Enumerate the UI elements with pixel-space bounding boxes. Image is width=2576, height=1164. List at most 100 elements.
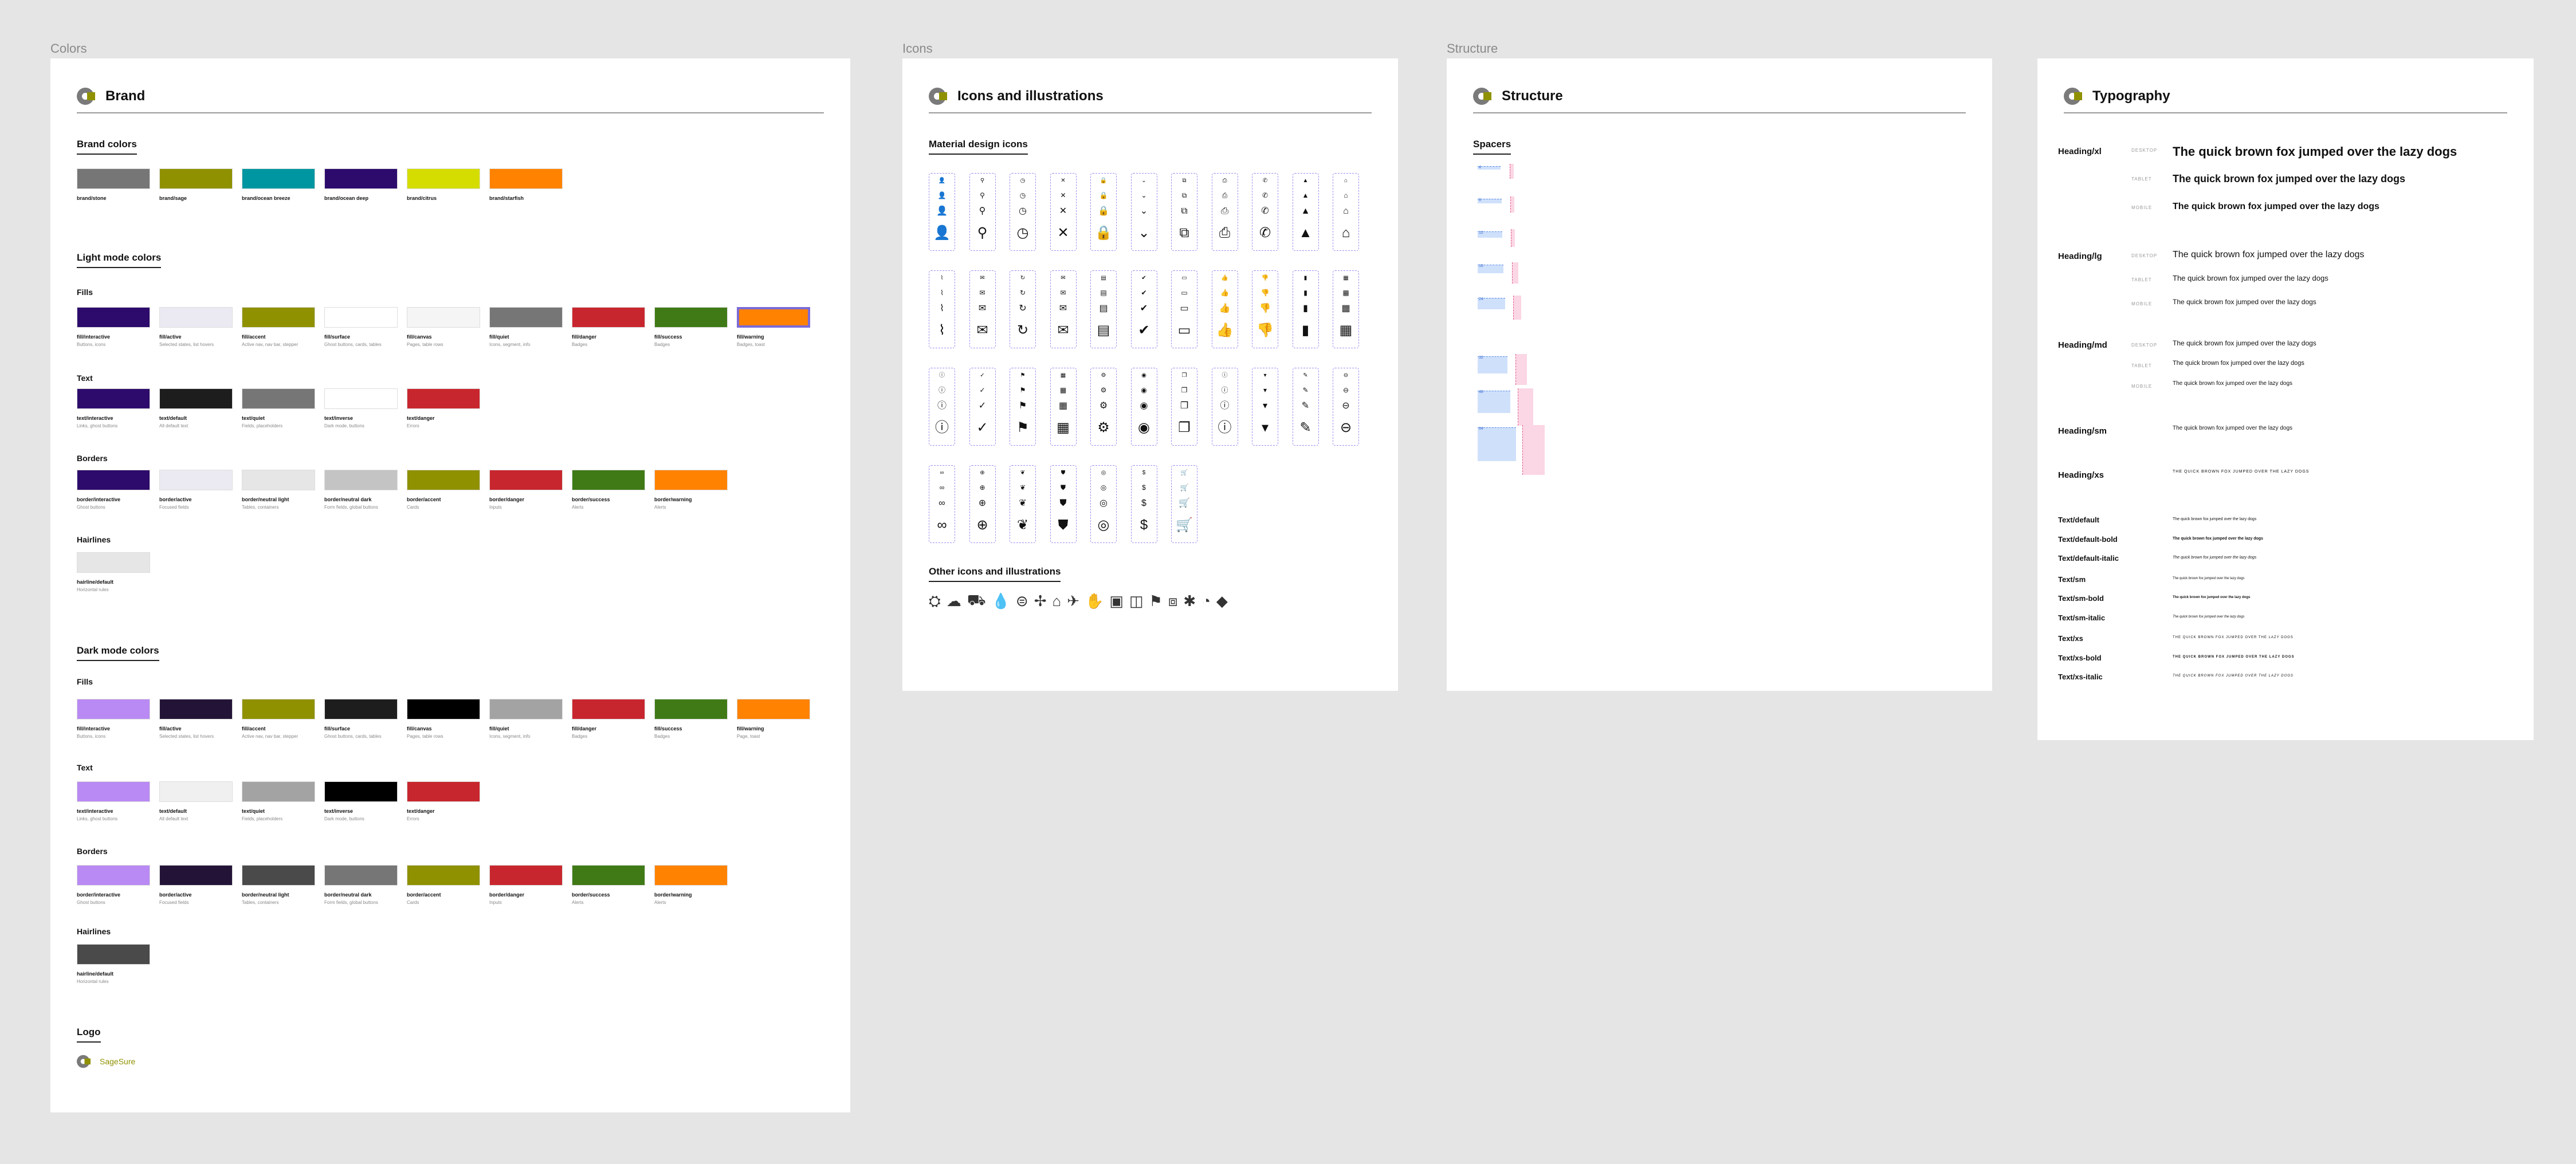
color-swatch[interactable]: text/quiet Fields, placeholders xyxy=(242,781,315,821)
edit-icon[interactable]: ✎ ✎ ✎ ✎ xyxy=(1292,368,1319,446)
home-icon[interactable]: ⌂ ⌂ ⌂ ⌂ xyxy=(1333,173,1359,251)
print-icon[interactable]: ⎙ ⎙ ⎙ ⎙ xyxy=(1211,173,1238,251)
color-swatch[interactable]: text/danger Errors xyxy=(407,781,480,821)
mail-icon[interactable]: ✉ ✉ ✉ ✉ xyxy=(1050,270,1077,348)
color-swatch[interactable]: fill/active Selected states, list hovers xyxy=(159,307,233,347)
add-circle-icon[interactable]: ⊕ ⊕ ⊕ ⊕ xyxy=(969,465,996,543)
color-swatch[interactable]: fill/quiet Icons, segment, info xyxy=(489,699,563,739)
thumb-down-icon[interactable]: 👎 👎 👎 👎 xyxy=(1252,270,1278,348)
document-icon[interactable]: ▤ ▤ ▤ ▤ xyxy=(1090,270,1117,348)
lock-icon[interactable]: 🔒 🔒 🔒 🔒 xyxy=(1090,173,1117,251)
copy-icon[interactable]: ❐ ❐ ❐ ❐ xyxy=(1171,368,1197,446)
search-icon[interactable]: ⚲ ⚲ ⚲ ⚲ xyxy=(969,173,996,251)
color-swatch[interactable]: brand/citrus xyxy=(407,168,480,201)
color-swatch[interactable]: border/success Alerts xyxy=(572,470,645,510)
color-swatch[interactable]: border/neutral light Tables, containers xyxy=(242,865,315,905)
info-icon[interactable]: ⓘ ⓘ ⓘ ⓘ xyxy=(929,368,955,446)
color-swatch[interactable]: fill/warning Page, toast xyxy=(737,699,810,739)
check-icon[interactable]: ✓ ✓ ✓ ✓ xyxy=(969,368,996,446)
color-swatch[interactable]: fill/warning Badges, toast xyxy=(737,307,810,347)
color-swatch[interactable]: fill/surface Ghost buttons, cards, tables xyxy=(324,307,398,347)
swatch-desc: Selected states, list hovers xyxy=(159,734,214,739)
color-swatch[interactable]: fill/accent Active nav, nav bar, stepper xyxy=(242,307,315,347)
color-swatch[interactable]: border/danger Inputs xyxy=(489,865,563,905)
color-swatch[interactable]: fill/danger Badges xyxy=(572,699,645,739)
color-swatch[interactable]: fill/quiet Icons, segment, info xyxy=(489,307,563,347)
color-swatch[interactable]: border/warning Alerts xyxy=(654,865,728,905)
color-swatch[interactable]: text/interactive Links, ghost buttons xyxy=(77,781,150,821)
color-swatch[interactable]: border/accent Cards xyxy=(407,865,480,905)
refresh-icon[interactable]: ↻ ↻ ↻ ↻ xyxy=(1010,270,1036,348)
color-swatch[interactable]: border/neutral dark Form fields, global b… xyxy=(324,470,398,510)
close-icon[interactable]: ✕ ✕ ✕ ✕ xyxy=(1050,173,1077,251)
color-swatch[interactable]: text/default All default text xyxy=(159,388,233,428)
color-swatch[interactable]: border/interactive Ghost buttons xyxy=(77,865,150,905)
calendar-icon: ▦ xyxy=(1058,401,1068,411)
flag-icon[interactable]: ⚑ ⚑ ⚑ ⚑ xyxy=(1010,368,1036,446)
color-swatch[interactable]: border/accent Cards xyxy=(407,470,480,510)
color-swatch[interactable]: border/success Alerts xyxy=(572,865,645,905)
thumb-up-icon: 👍 xyxy=(1221,275,1228,281)
news-icon[interactable]: ▦ ▦ ▦ ▦ xyxy=(1333,270,1359,348)
color-swatch[interactable]: fill/success Badges xyxy=(654,307,728,347)
settings-icon[interactable]: ⚙ ⚙ ⚙ ⚙ xyxy=(1090,368,1117,446)
swatch-desc: Errors xyxy=(407,816,419,821)
color-swatch[interactable]: fill/interactive Buttons, icons xyxy=(77,699,150,739)
clock-icon[interactable]: ◷ ◷ ◷ ◷ xyxy=(1010,173,1036,251)
color-swatch[interactable]: fill/interactive Buttons, icons xyxy=(77,307,150,347)
color-swatch[interactable]: brand/ocean deep xyxy=(324,168,398,201)
shield-icon[interactable]: ⛊ ⛊ ⛊ ⛊ xyxy=(1050,465,1077,543)
color-swatch[interactable]: text/interactive Links, ghost buttons xyxy=(77,388,150,428)
color-swatch[interactable]: fill/canvas Pages, table rows xyxy=(407,307,480,347)
alert-icon[interactable]: ⓘ ⓘ ⓘ ⓘ xyxy=(1211,368,1238,446)
swatch-name: fill/success xyxy=(654,726,682,732)
color-swatch[interactable]: fill/active Selected states, list hovers xyxy=(159,699,233,739)
color-swatch[interactable]: fill/danger Badges xyxy=(572,307,645,347)
warning-icon[interactable]: ▲ ▲ ▲ ▲ xyxy=(1292,173,1319,251)
color-swatch[interactable]: hairline/default Horizontal rules xyxy=(77,552,150,592)
badge-icon[interactable]: ◎ ◎ ◎ ◎ xyxy=(1090,465,1117,543)
color-swatch[interactable]: fill/accent Active nav, nav bar, stepper xyxy=(242,699,315,739)
color-swatch[interactable]: border/warning Alerts xyxy=(654,470,728,510)
color-swatch[interactable]: brand/starfish xyxy=(489,168,563,201)
cart-icon[interactable]: 🛒 🛒 🛒 🛒 xyxy=(1171,465,1197,543)
check-circle-icon[interactable]: ✔ ✔ ✔ ✔ xyxy=(1130,270,1157,348)
swatch-name: border/neutral dark xyxy=(324,497,372,502)
person-icon[interactable]: 👤 👤 👤 👤 xyxy=(929,173,955,251)
brand-header: Brand xyxy=(77,80,824,113)
dollar-icon[interactable]: $ $ $ $ xyxy=(1130,465,1157,543)
color-swatch[interactable]: border/active Focused fields xyxy=(159,865,233,905)
eye-icon[interactable]: ◉ ◉ ◉ ◉ xyxy=(1130,368,1157,446)
color-swatch[interactable]: brand/stone xyxy=(77,168,150,201)
color-swatch[interactable]: border/neutral light Tables, containers xyxy=(242,470,315,510)
color-swatch[interactable]: text/quiet Fields, placeholders xyxy=(242,388,315,428)
color-swatch[interactable]: fill/success Badges xyxy=(654,699,728,739)
chevron-down-icon[interactable]: ⌄ ⌄ ⌄ ⌄ xyxy=(1130,173,1157,251)
color-swatch[interactable]: border/interactive Ghost buttons xyxy=(77,470,150,510)
swatch-chip xyxy=(242,699,315,719)
color-swatch[interactable]: border/neutral dark Form fields, global b… xyxy=(324,865,398,905)
arrow-drop-down-icon[interactable]: ▾ ▾ ▾ ▾ xyxy=(1252,368,1278,446)
thumb-up-icon[interactable]: 👍 👍 👍 👍 xyxy=(1211,270,1238,348)
color-swatch[interactable]: fill/canvas Pages, table rows xyxy=(407,699,480,739)
payment-icon[interactable]: ▭ ▭ ▭ ▭ xyxy=(1171,270,1197,348)
color-swatch[interactable]: text/inverse Dark mode, buttons xyxy=(324,388,398,428)
link-icon[interactable]: ∞ ∞ ∞ ∞ xyxy=(929,465,955,543)
chat-icon[interactable]: ✉ ✉ ✉ ✉ xyxy=(969,270,996,348)
phone-icon[interactable]: ✆ ✆ ✆ ✆ xyxy=(1252,173,1278,251)
color-swatch[interactable]: hairline/default Horizontal rules xyxy=(77,944,150,984)
color-swatch[interactable]: border/active Focused fields xyxy=(159,470,233,510)
color-swatch[interactable]: fill/surface Ghost buttons, cards, tables xyxy=(324,699,398,739)
remove-circle-icon[interactable]: ⊖ ⊖ ⊖ ⊖ xyxy=(1333,368,1359,446)
color-swatch[interactable]: text/inverse Dark mode, buttons xyxy=(324,781,398,821)
color-swatch[interactable]: text/danger Errors xyxy=(407,388,480,428)
color-swatch[interactable]: text/default All default text xyxy=(159,781,233,821)
leaf-icon[interactable]: ❦ ❦ ❦ ❦ xyxy=(1010,465,1036,543)
color-swatch[interactable]: border/danger Inputs xyxy=(489,470,563,510)
attachment-icon[interactable]: ⌇ ⌇ ⌇ ⌇ xyxy=(929,270,955,348)
file-icon[interactable]: ▮ ▮ ▮ ▮ xyxy=(1292,270,1319,348)
color-swatch[interactable]: brand/ocean breeze xyxy=(242,168,315,201)
open-in-new-icon[interactable]: ⧉ ⧉ ⧉ ⧉ xyxy=(1171,173,1197,251)
calendar-icon[interactable]: ▦ ▦ ▦ ▦ xyxy=(1050,368,1077,446)
color-swatch[interactable]: brand/sage xyxy=(159,168,233,201)
